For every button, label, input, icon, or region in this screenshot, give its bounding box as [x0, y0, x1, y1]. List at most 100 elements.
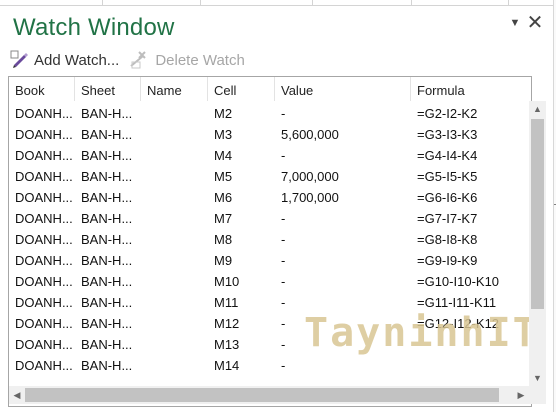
cell-sheet: BAN-H... — [81, 337, 133, 352]
worksheet-top-edge — [0, 0, 556, 6]
cell-value: - — [281, 211, 286, 226]
cell-book: DOANH... — [15, 337, 73, 352]
cell-name — [141, 292, 208, 313]
cell-value: - — [281, 337, 286, 352]
add-watch-label: Add Watch... — [34, 51, 120, 69]
cell-name — [141, 145, 208, 166]
window-title: Watch Window — [13, 14, 175, 41]
cell-cell: M7 — [214, 211, 233, 226]
table-row[interactable]: DOANH... BAN-H... M5 7,000,000 =G5-I5-K5 — [9, 166, 531, 187]
cell-sheet: BAN-H... — [81, 211, 133, 226]
cell-name — [141, 229, 208, 250]
cell-formula: =G2-I2-K2 — [417, 106, 478, 121]
cell-value: 7,000,000 — [281, 169, 339, 184]
cell-value: - — [281, 295, 286, 310]
cell-sheet: BAN-H... — [81, 358, 133, 373]
table-row[interactable]: DOANH... BAN-H... M2 - =G2-I2-K2 — [9, 103, 531, 124]
cell-value: - — [281, 106, 286, 121]
column-header-book[interactable]: Book — [9, 77, 75, 101]
cell-sheet: BAN-H... — [81, 190, 133, 205]
cell-cell: M8 — [214, 232, 233, 247]
cell-sheet: BAN-H... — [81, 127, 133, 142]
cell-cell: M13 — [214, 337, 240, 352]
table-row[interactable]: DOANH... BAN-H... M10 - =G10-I10-K10 — [9, 271, 531, 292]
table-row[interactable]: DOANH... BAN-H... M6 1,700,000 =G6-I6-K6 — [9, 187, 531, 208]
cell-book: DOANH... — [15, 316, 73, 331]
watch-rows: DOANH... BAN-H... M2 - =G2-I2-K2 DOANH... BAN-… — [9, 103, 531, 376]
table-row[interactable]: DOANH... BAN-H... M13 - — [9, 334, 531, 355]
cell-name — [141, 187, 208, 208]
table-row[interactable]: DOANH... BAN-H... M14 - — [9, 355, 531, 376]
cell-value: 5,600,000 — [281, 127, 339, 142]
cell-cell: M10 — [214, 274, 240, 289]
cell-book: DOANH... — [15, 211, 73, 226]
cell-name — [141, 166, 208, 187]
cell-formula: =G3-I3-K3 — [417, 127, 478, 142]
column-header-value[interactable]: Value — [275, 77, 411, 101]
cell-cell: M4 — [214, 148, 233, 163]
cell-formula: =G11-I11-K11 — [417, 295, 497, 310]
cell-sheet: BAN-H... — [81, 295, 133, 310]
scroll-down-icon[interactable]: ▼ — [529, 370, 546, 386]
delete-watch-icon — [130, 51, 147, 69]
vertical-scroll-thumb[interactable] — [531, 119, 544, 309]
cell-sheet: BAN-H... — [81, 232, 133, 247]
cell-formula: =G12-I12-K12 — [417, 316, 500, 331]
cell-formula: =G6-I6-K6 — [417, 190, 478, 205]
task-pane-options-dropdown-icon[interactable]: ▼ — [505, 12, 525, 34]
table-row[interactable]: DOANH... BAN-H... M9 - =G9-I9-K9 — [9, 250, 531, 271]
cell-value: 1,700,000 — [281, 190, 339, 205]
horizontal-scroll-thumb[interactable] — [25, 388, 499, 402]
delete-watch-label: Delete Watch — [155, 51, 245, 69]
cell-cell: M14 — [214, 358, 240, 373]
table-row[interactable]: DOANH... BAN-H... M11 - =G11-I11-K11 — [9, 292, 531, 313]
table-row[interactable]: DOANH... BAN-H... M8 - =G8-I8-K8 — [9, 229, 531, 250]
cell-book: DOANH... — [15, 295, 73, 310]
cell-name — [141, 103, 208, 124]
cell-value: - — [281, 316, 286, 331]
cell-sheet: BAN-H... — [81, 253, 133, 268]
scroll-left-icon[interactable]: ◀ — [9, 386, 25, 404]
cell-cell: M9 — [214, 253, 233, 268]
cell-name — [141, 250, 208, 271]
horizontal-scrollbar[interactable]: ◀ ▶ — [9, 386, 529, 404]
cell-book: DOANH... — [15, 358, 73, 373]
cell-sheet: BAN-H... — [81, 316, 133, 331]
cell-cell: M5 — [214, 169, 233, 184]
cell-sheet: BAN-H... — [81, 148, 133, 163]
cell-book: DOANH... — [15, 127, 73, 142]
cell-formula: =G9-I9-K9 — [417, 253, 478, 268]
table-row[interactable]: DOANH... BAN-H... M4 - =G4-I4-K4 — [9, 145, 531, 166]
column-header-cell[interactable]: Cell — [208, 77, 275, 101]
cell-value: - — [281, 253, 286, 268]
column-header-name[interactable]: Name — [141, 77, 208, 101]
delete-watch-button[interactable]: Delete Watch — [129, 50, 245, 70]
column-header-formula[interactable]: Formula — [411, 77, 531, 101]
vertical-scrollbar[interactable]: ▲ ▼ — [529, 101, 546, 386]
scroll-up-icon[interactable]: ▲ — [529, 101, 546, 117]
cell-book: DOANH... — [15, 169, 73, 184]
cell-sheet: BAN-H... — [81, 274, 133, 289]
cell-name — [141, 271, 208, 292]
table-row[interactable]: DOANH... BAN-H... M12 - =G12-I12-K12 — [9, 313, 531, 334]
cell-sheet: BAN-H... — [81, 106, 133, 121]
cell-formula: =G5-I5-K5 — [417, 169, 478, 184]
table-row[interactable]: DOANH... BAN-H... M3 5,600,000 =G3-I3-K3 — [9, 124, 531, 145]
column-header-row: Book Sheet Name Cell Value Formula — [9, 77, 531, 101]
scrollbar-corner — [529, 386, 546, 404]
add-watch-button[interactable]: Add Watch... — [10, 50, 119, 70]
column-header-sheet[interactable]: Sheet — [75, 77, 141, 101]
cell-name — [141, 124, 208, 145]
scroll-right-icon[interactable]: ▶ — [513, 386, 529, 404]
cell-value: - — [281, 232, 286, 247]
cell-cell: M6 — [214, 190, 233, 205]
cell-book: DOANH... — [15, 274, 73, 289]
cell-formula: =G7-I7-K7 — [417, 211, 478, 226]
watch-list[interactable]: Book Sheet Name Cell Value Formula DOANH… — [8, 76, 532, 407]
table-row[interactable]: DOANH... BAN-H... M7 - =G7-I7-K7 — [9, 208, 531, 229]
close-icon[interactable]: ✕ — [525, 12, 545, 34]
cell-book: DOANH... — [15, 148, 73, 163]
cell-formula: =G4-I4-K4 — [417, 148, 478, 163]
cell-cell: M3 — [214, 127, 233, 142]
cell-formula: =G10-I10-K10 — [417, 274, 500, 289]
